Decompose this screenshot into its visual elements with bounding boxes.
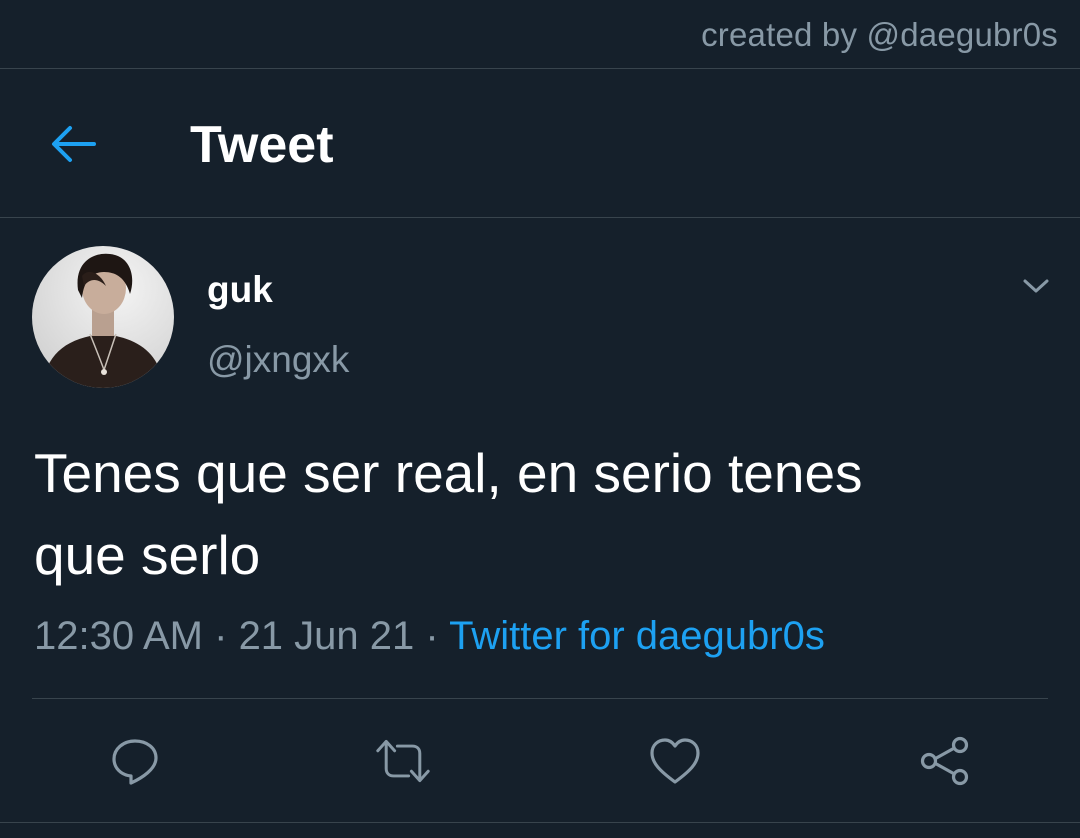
divider <box>0 822 1080 823</box>
avatar[interactable] <box>32 246 174 388</box>
display-name[interactable]: guk <box>207 269 273 311</box>
tweet-date: 21 Jun 21 <box>238 614 415 658</box>
page-title: Tweet <box>190 116 334 174</box>
reply-button[interactable] <box>107 733 163 789</box>
tweet-text: Tenes que ser real, en serio tenes que s… <box>34 432 1044 596</box>
reply-icon <box>112 739 158 785</box>
tweet-detail-screen: created by @daegubr0s Tweet guk @jxngxk … <box>0 0 1080 838</box>
like-icon <box>650 738 700 784</box>
like-button[interactable] <box>647 733 703 789</box>
tweet-text-line-2: que serlo <box>34 524 261 586</box>
credit-text: created by @daegubr0s <box>701 16 1058 53</box>
tweet-meta: 12:30 AM · 21 Jun 21 · Twitter for daegu… <box>34 614 825 659</box>
top-header: Tweet <box>0 69 1080 218</box>
chevron-down-icon <box>1023 279 1049 293</box>
back-button[interactable] <box>44 115 102 173</box>
retweet-icon <box>376 739 430 783</box>
tweet-time: 12:30 AM <box>34 614 204 658</box>
user-handle[interactable]: @jxngxk <box>207 339 349 381</box>
avatar-photo <box>32 246 174 388</box>
tweet-source-link[interactable]: Twitter for daegubr0s <box>449 614 825 658</box>
share-button[interactable] <box>917 733 973 789</box>
divider <box>32 698 1048 699</box>
more-options-button[interactable] <box>1014 268 1058 304</box>
retweet-button[interactable] <box>375 733 431 789</box>
share-icon <box>920 736 969 786</box>
meta-separator: · <box>414 614 450 658</box>
tweet-text-line-1: Tenes que ser real, en serio tenes <box>34 442 863 504</box>
arrow-left-icon <box>52 126 96 162</box>
credit-bar: created by @daegubr0s <box>0 0 1080 69</box>
meta-separator: · <box>203 614 239 658</box>
